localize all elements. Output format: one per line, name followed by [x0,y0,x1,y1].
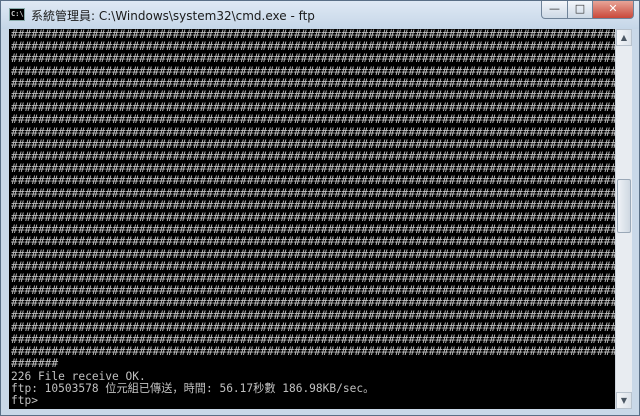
vertical-scrollbar[interactable]: ▲ ▼ [615,29,632,409]
console-output[interactable]: ########################################… [9,29,615,409]
minimize-button[interactable]: — [541,1,568,19]
console-line: ftp: 10503578 位元組已傳送，時間: 56.17秒數 186.98K… [11,381,375,395]
console-prompt[interactable]: ftp> [9,394,615,407]
scroll-up-arrow-icon[interactable]: ▲ [616,29,632,46]
window-bottom-frame [1,409,639,415]
scroll-down-arrow-icon[interactable]: ▼ [616,392,632,409]
close-button[interactable]: ✕ [592,1,634,19]
console-line: ####### [11,357,59,371]
scrollbar-thumb[interactable] [617,179,631,233]
title-bar[interactable]: C:\ 系統管理員: C:\Windows\system32\cmd.exe -… [1,1,639,29]
transfer-progress-hashes: ########################################… [11,29,615,359]
cmd-window: C:\ 系統管理員: C:\Windows\system32\cmd.exe -… [0,0,640,416]
window-title: 系統管理員: C:\Windows\system32\cmd.exe - ftp [31,9,315,23]
cmd-icon[interactable]: C:\ [9,8,25,21]
maximize-button[interactable]: □ [567,1,593,19]
